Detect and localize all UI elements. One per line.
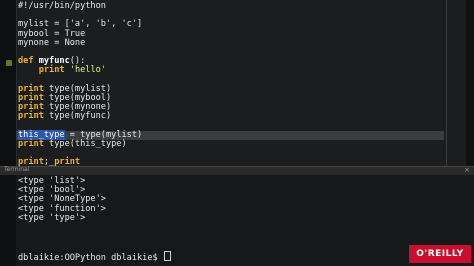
margin-guide (446, 0, 447, 166)
code-line[interactable]: print 'hello' (18, 66, 444, 75)
code-token: 'hello' (69, 65, 106, 76)
code-line[interactable]: print type(this_type) (18, 138, 444, 149)
code-token: print (38, 65, 65, 76)
code-token: #!/usr/bin/python (18, 1, 106, 11)
code-token: type(this_type) (43, 138, 127, 149)
code-token: type(myfunc) (43, 111, 112, 122)
terminal-prompt: dblaikie:OOPython dblaikie$ (18, 250, 171, 262)
code-line[interactable]: mynone = None (18, 37, 444, 48)
close-icon[interactable]: × (464, 166, 470, 174)
code-area[interactable]: #!/usr/bin/python mylist = ['a', 'b', 'c'… (16, 1, 444, 167)
terminal-line: <type 'type'> (18, 212, 86, 223)
code-line[interactable] (18, 149, 444, 158)
editor-gutter (0, 0, 17, 166)
code-line[interactable]: #!/usr/bin/python (18, 1, 444, 11)
fold-marker-icon[interactable] (6, 60, 12, 66)
terminal-cursor[interactable] (163, 250, 171, 261)
code-token: print (18, 111, 44, 122)
editor-scrollbar[interactable] (466, 0, 474, 166)
panel-title: Terminal (4, 166, 30, 173)
code-line[interactable]: print type(myfunc) (18, 112, 444, 121)
code-token: mynone = None (18, 37, 86, 48)
terminal-panel[interactable]: <type 'list'> <type 'bool'> <type 'NoneTyp… (0, 175, 474, 266)
terminal-output[interactable]: <type 'list'> <type 'bool'> <type 'NoneTyp… (18, 176, 171, 262)
oreilly-logo: O'REILLY (409, 245, 471, 263)
code-token: print (18, 138, 44, 149)
terminal-gutter (0, 175, 16, 266)
code-editor[interactable]: #!/usr/bin/python mylist = ['a', 'b', 'c'… (0, 0, 474, 167)
